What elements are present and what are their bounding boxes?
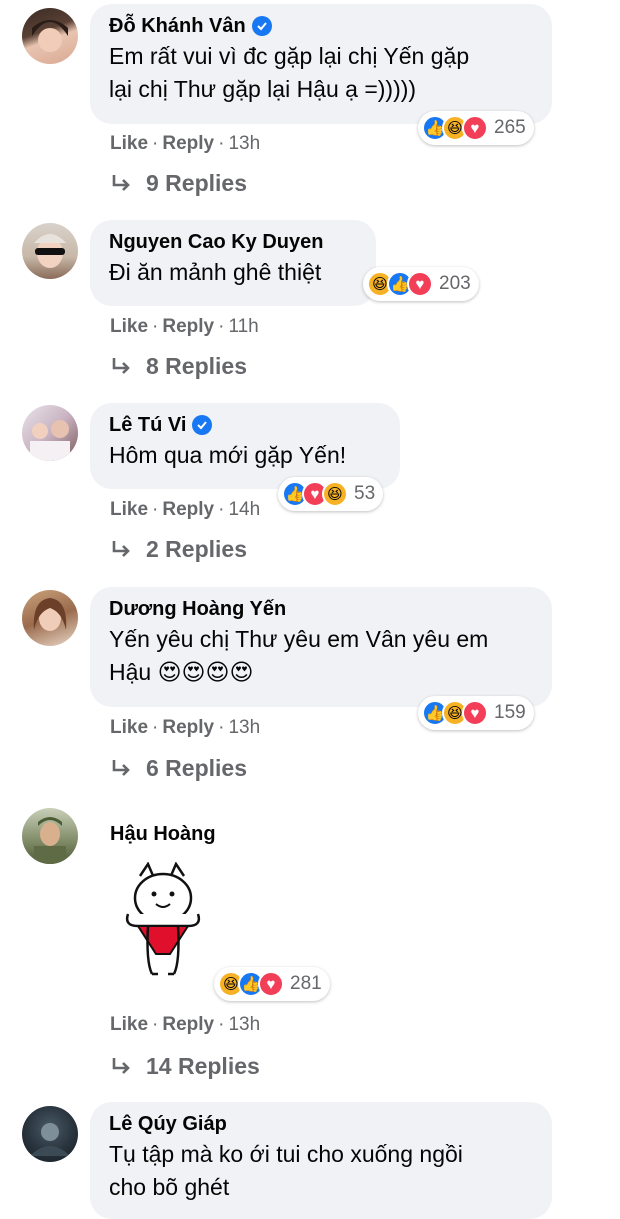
- bunny-sticker: [118, 861, 208, 982]
- reaction-count: 53: [354, 483, 376, 504]
- verified-badge-icon: [251, 16, 272, 36]
- reaction-count: 265: [494, 117, 526, 138]
- author-name[interactable]: Nguyen Cao Ky Duyen: [109, 230, 323, 254]
- comment-actions: Like · Reply · 13h: [110, 1014, 260, 1036]
- separator: ·: [218, 499, 225, 520]
- comment-actions: Like · Reply · 13h: [110, 717, 260, 739]
- timestamp[interactable]: 13h: [228, 1014, 260, 1035]
- love-icon: ♥: [258, 971, 284, 997]
- comment-text-line: Đi ăn mảnh ghê thiệt: [109, 259, 322, 285]
- comment-author[interactable]: Đỗ Khánh Vân: [109, 14, 534, 38]
- avatar[interactable]: [22, 405, 78, 461]
- timestamp[interactable]: 13h: [228, 133, 260, 154]
- separator: ·: [152, 316, 159, 337]
- reply-arrow-icon: [112, 174, 130, 191]
- comment-text-line: Hôm qua mới gặp Yến!: [109, 442, 347, 468]
- comment-author[interactable]: Nguyen Cao Ky Duyen: [109, 230, 358, 254]
- author-name[interactable]: Dương Hoàng Yến: [109, 597, 286, 621]
- comment-text: Hôm qua mới gặp Yến!: [109, 439, 382, 472]
- replies-label: 2 Replies: [146, 536, 247, 562]
- reply-button[interactable]: Reply: [162, 499, 214, 520]
- separator: ·: [218, 1014, 225, 1035]
- reaction-count: 281: [290, 973, 322, 994]
- reply-arrow-icon: [112, 1057, 130, 1074]
- comment-author[interactable]: Lê Tú Vi: [109, 413, 382, 437]
- comment-text: Yến yêu chị Thư yêu em Vân yêu em Hậu 😍😍…: [109, 623, 534, 689]
- comment-author[interactable]: Hậu Hoàng: [110, 822, 216, 846]
- love-icon: ♥: [407, 271, 433, 297]
- reaction-summary[interactable]: 👍 😆 ♥ 265: [418, 111, 534, 145]
- reply-button[interactable]: Reply: [162, 316, 214, 337]
- reply-button[interactable]: Reply: [162, 717, 214, 738]
- like-button[interactable]: Like: [110, 1014, 148, 1035]
- view-replies-button[interactable]: 9 Replies: [110, 170, 247, 197]
- separator: ·: [218, 133, 225, 154]
- comment-bubble: Đỗ Khánh Vân Em rất vui vì đc gặp lại ch…: [90, 4, 552, 124]
- separator: ·: [218, 316, 225, 337]
- reaction-summary[interactable]: 👍 😆 ♥ 159: [418, 696, 534, 730]
- reply-arrow-icon: [112, 540, 130, 557]
- comment-text-line: Yến yêu chị Thư yêu em Vân yêu em: [109, 626, 489, 652]
- reaction-summary[interactable]: 😆 👍 ♥ 281: [214, 967, 330, 1001]
- love-icon: ♥: [462, 700, 488, 726]
- comment-text-line: Tụ tập mà ko ới tui cho xuống ngồi: [109, 1141, 463, 1167]
- comment-text: Tụ tập mà ko ới tui cho xuống ngồi cho b…: [109, 1138, 534, 1204]
- like-button[interactable]: Like: [110, 133, 148, 154]
- comment-bubble: Lê Qúy Giáp Tụ tập mà ko ới tui cho xuốn…: [90, 1102, 552, 1219]
- comment-bubble: Nguyen Cao Ky Duyen Đi ăn mảnh ghê thiệt: [90, 220, 376, 306]
- reply-button[interactable]: Reply: [162, 1014, 214, 1035]
- comment-actions: Like · Reply · 13h: [110, 133, 260, 155]
- comment-actions: Like · Reply · 14h: [110, 499, 260, 521]
- author-name[interactable]: Đỗ Khánh Vân: [109, 14, 246, 38]
- like-button[interactable]: Like: [110, 717, 148, 738]
- view-replies-button[interactable]: 8 Replies: [110, 353, 247, 380]
- avatar[interactable]: [22, 590, 78, 646]
- comment-text-line: lại chị Thư gặp lại Hậu ạ =))))): [109, 76, 417, 102]
- verified-badge-icon: [192, 415, 213, 435]
- view-replies-button[interactable]: 14 Replies: [110, 1053, 260, 1080]
- reply-button[interactable]: Reply: [162, 133, 214, 154]
- like-button[interactable]: Like: [110, 316, 148, 337]
- comment-author[interactable]: Dương Hoàng Yến: [109, 597, 534, 621]
- timestamp[interactable]: 14h: [228, 499, 260, 520]
- separator: ·: [152, 499, 159, 520]
- author-name[interactable]: Lê Tú Vi: [109, 413, 186, 437]
- love-icon: ♥: [462, 115, 488, 141]
- separator: ·: [152, 1014, 159, 1035]
- comment-text: Em rất vui vì đc gặp lại chị Yến gặp lại…: [109, 40, 534, 106]
- reply-arrow-icon: [112, 357, 130, 374]
- reaction-summary[interactable]: 😆 👍 ♥ 203: [363, 267, 479, 301]
- reply-arrow-icon: [112, 759, 130, 776]
- avatar[interactable]: [22, 1106, 78, 1162]
- reaction-summary[interactable]: 👍 ♥ 😆 53: [278, 477, 384, 511]
- replies-label: 9 Replies: [146, 170, 247, 196]
- replies-label: 6 Replies: [146, 755, 247, 781]
- comment-text: Đi ăn mảnh ghê thiệt: [109, 256, 358, 289]
- timestamp[interactable]: 13h: [228, 717, 260, 738]
- comment-bubble: Dương Hoàng Yến Yến yêu chị Thư yêu em V…: [90, 587, 552, 707]
- reaction-count: 203: [439, 273, 471, 294]
- comment-actions: Like · Reply · 11h: [110, 316, 259, 338]
- like-button[interactable]: Like: [110, 499, 148, 520]
- timestamp[interactable]: 11h: [228, 316, 258, 337]
- avatar[interactable]: [22, 223, 78, 279]
- author-name[interactable]: Hậu Hoàng: [110, 822, 216, 846]
- separator: ·: [152, 133, 159, 154]
- comment-text-line: cho bõ ghét: [109, 1174, 230, 1200]
- comment-author[interactable]: Lê Qúy Giáp: [109, 1112, 534, 1136]
- avatar[interactable]: [22, 8, 78, 64]
- author-name[interactable]: Lê Qúy Giáp: [109, 1112, 227, 1136]
- reaction-count: 159: [494, 702, 526, 723]
- avatar[interactable]: [22, 808, 78, 864]
- comment-text-line: Em rất vui vì đc gặp lại chị Yến gặp: [109, 43, 470, 69]
- view-replies-button[interactable]: 2 Replies: [110, 536, 247, 563]
- comment-text-line: Hậu 😍😍😍😍: [109, 659, 254, 685]
- replies-label: 14 Replies: [146, 1053, 260, 1079]
- separator: ·: [218, 717, 225, 738]
- separator: ·: [152, 717, 159, 738]
- replies-label: 8 Replies: [146, 353, 247, 379]
- haha-icon: 😆: [322, 481, 348, 507]
- view-replies-button[interactable]: 6 Replies: [110, 755, 247, 782]
